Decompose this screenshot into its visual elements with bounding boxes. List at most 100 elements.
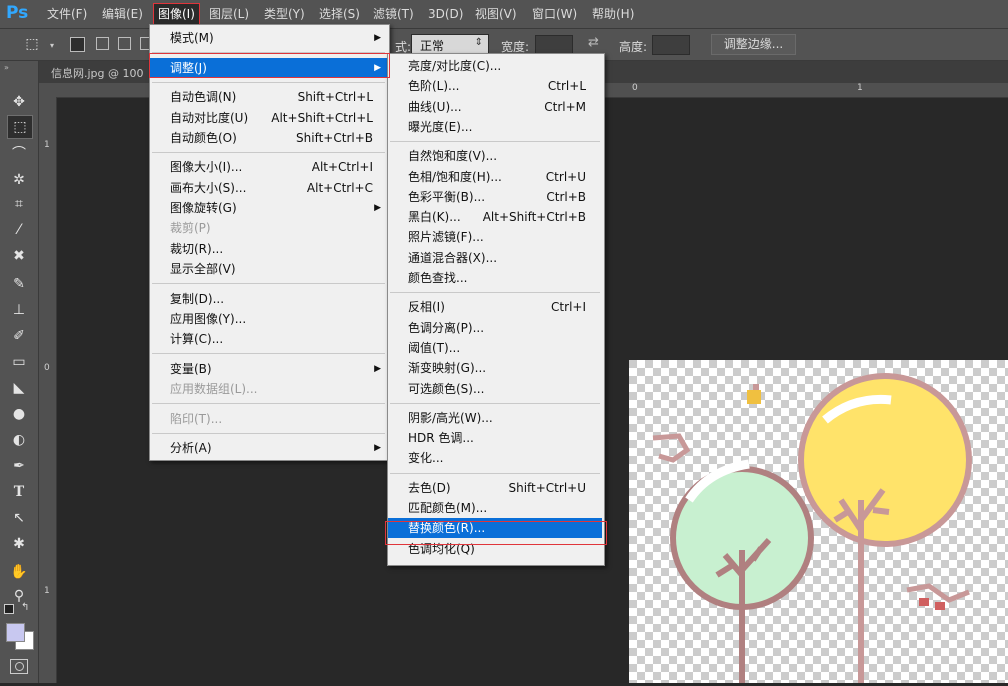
refine-edge-button[interactable]: 调整边缘...: [711, 34, 796, 55]
menu-item[interactable]: 裁切(R)...: [150, 239, 387, 259]
swap-icon[interactable]: ⇄: [588, 35, 599, 50]
menu-image[interactable]: 图像(I): [153, 3, 200, 25]
menu-item-shortcut: Ctrl+I: [551, 300, 586, 315]
preset-dropdown-arrow-icon[interactable]: ▾: [50, 41, 54, 50]
type-icon[interactable]: T: [7, 481, 31, 503]
magic-wand-icon[interactable]: ✲: [7, 169, 31, 191]
menu-item[interactable]: 图像大小(I)... Alt+Ctrl+I: [150, 157, 387, 177]
menu-item[interactable]: 窗口(W): [532, 6, 577, 22]
ruler-origin[interactable]: [39, 83, 57, 97]
menu-item[interactable]: 可选颜色(S)...: [388, 379, 602, 399]
menu-item[interactable]: 滤镜(T): [373, 6, 414, 22]
menu-item[interactable]: 调整(J) ▶: [150, 57, 387, 78]
document-tab[interactable]: 信息网.jpg @ 100: [51, 65, 144, 81]
menu-item-label: 裁剪(P): [170, 221, 211, 236]
ruler-vertical[interactable]: 1 0 1: [39, 97, 57, 683]
menu-item[interactable]: 变化...: [388, 448, 602, 468]
menu-item[interactable]: 亮度/对比度(C)...: [388, 56, 602, 76]
menu-item[interactable]: 类型(Y): [264, 6, 305, 22]
ruler-label: 1: [857, 83, 863, 93]
menu-item[interactable]: 色彩平衡(B)... Ctrl+B: [388, 187, 602, 207]
menu-item[interactable]: 变量(B) ▶: [150, 359, 387, 379]
menu-item[interactable]: 复制(D)...: [150, 289, 387, 309]
menu-item[interactable]: 模式(M) ▶: [150, 28, 387, 48]
menu-item[interactable]: 去色(D) Shift+Ctrl+U: [388, 478, 602, 498]
menu-item[interactable]: 图层(L): [209, 6, 249, 22]
quick-mask-icon[interactable]: [10, 659, 28, 674]
menu-item[interactable]: 自然饱和度(V)...: [388, 146, 602, 166]
shape-icon[interactable]: ✱: [7, 533, 31, 555]
menu-item[interactable]: 图像旋转(G) ▶: [150, 198, 387, 218]
menu-item[interactable]: 曝光度(E)...: [388, 117, 602, 137]
menu-item[interactable]: 匹配颜色(M)...: [388, 498, 602, 518]
dodge-icon[interactable]: ◐: [7, 429, 31, 451]
pen-icon[interactable]: ✒: [7, 455, 31, 477]
menu-item[interactable]: 渐变映射(G)...: [388, 358, 602, 378]
menu-item[interactable]: 显示全部(V): [150, 259, 387, 279]
height-field[interactable]: [652, 35, 690, 55]
default-colors-icon[interactable]: [4, 604, 14, 614]
menu-item-label: 反相(I): [408, 300, 445, 315]
new-selection-icon[interactable]: [70, 37, 85, 52]
healing-icon[interactable]: ✖: [7, 245, 31, 267]
menu-item[interactable]: HDR 色调...: [388, 428, 602, 448]
menu-item[interactable]: 自动颜色(O) Shift+Ctrl+B: [150, 128, 387, 148]
eyedropper-icon[interactable]: ⁄: [7, 219, 31, 241]
collapse-icon[interactable]: »: [4, 63, 9, 72]
eraser-icon[interactable]: ▭: [7, 351, 31, 373]
marquee-preset-icon[interactable]: ⬚: [22, 33, 42, 55]
menu-item[interactable]: 选择(S): [319, 6, 360, 22]
style-select[interactable]: 正常 ⇕: [411, 34, 489, 55]
add-selection-icon[interactable]: [96, 37, 109, 50]
paint-bucket-icon[interactable]: ◣: [7, 377, 31, 399]
menu-item[interactable]: 照片滤镜(F)...: [388, 227, 602, 247]
brush-icon[interactable]: ✎: [7, 273, 31, 295]
menu-item[interactable]: 画布大小(S)... Alt+Ctrl+C: [150, 178, 387, 198]
menu-item-label: 去色(D): [408, 480, 451, 495]
menu-item-label: 应用图像(Y)...: [170, 311, 247, 326]
width-field[interactable]: [535, 35, 573, 55]
menu-item[interactable]: 反相(I) Ctrl+I: [388, 297, 602, 317]
menu-item[interactable]: 黑白(K)... Alt+Shift+Ctrl+B: [388, 207, 602, 227]
path-select-icon[interactable]: ↖: [7, 507, 31, 529]
menu-item[interactable]: 帮助(H): [592, 6, 634, 22]
menu-item[interactable]: 计算(C)...: [150, 329, 387, 349]
menu-item[interactable]: 替换颜色(R)...: [388, 518, 602, 539]
menu-item[interactable]: 自动对比度(U) Alt+Shift+Ctrl+L: [150, 108, 387, 128]
menu-item[interactable]: 颜色查找...: [388, 268, 602, 288]
menu-item-label: 自然饱和度(V)...: [408, 149, 498, 164]
menu-item[interactable]: 通道混合器(X)...: [388, 248, 602, 268]
menu-item[interactable]: 色阶(L)... Ctrl+L: [388, 76, 602, 96]
menu-item[interactable]: 阈值(T)...: [388, 338, 602, 358]
subtract-selection-icon[interactable]: [118, 37, 131, 50]
canvas-image[interactable]: [629, 360, 1008, 683]
menu-item: 裁剪(P): [150, 218, 387, 238]
menu-item[interactable]: 应用图像(Y)...: [150, 309, 387, 329]
menu-item[interactable]: 分析(A) ▶: [150, 438, 387, 458]
stamp-icon[interactable]: ⊥: [7, 299, 31, 321]
menu-item[interactable]: 阴影/高光(W)...: [388, 408, 602, 428]
foreground-color-swatch[interactable]: [6, 623, 25, 642]
hand-icon[interactable]: ✋: [7, 561, 31, 583]
swap-colors-icon[interactable]: ↰: [21, 602, 29, 613]
menu-item[interactable]: 曲线(U)... Ctrl+M: [388, 97, 602, 117]
lasso-icon[interactable]: ⌒: [7, 143, 31, 165]
submenu-arrow-icon: ▶: [374, 443, 381, 454]
menu-item[interactable]: 色调分离(P)...: [388, 318, 602, 338]
history-brush-icon[interactable]: ✐: [7, 325, 31, 347]
crop-icon[interactable]: ⌗: [7, 193, 31, 215]
menu-item[interactable]: 文件(F): [47, 6, 87, 22]
menu-item-label: 阴影/高光(W)...: [408, 410, 493, 425]
menu-item[interactable]: 3D(D): [428, 6, 463, 22]
blur-icon[interactable]: ●: [7, 403, 31, 425]
menu-item: 陷印(T)...: [150, 409, 387, 429]
adjust-submenu: 亮度/对比度(C)... 色阶(L)... Ctrl+L 曲线(U)... Ctrl+M…: [387, 53, 605, 566]
menu-item-label: 画布大小(S)...: [170, 180, 247, 195]
menu-item[interactable]: 编辑(E): [102, 6, 143, 22]
menu-item[interactable]: 自动色调(N) Shift+Ctrl+L: [150, 87, 387, 107]
marquee-icon[interactable]: ⬚: [7, 115, 33, 139]
menu-item[interactable]: 色相/饱和度(H)... Ctrl+U: [388, 167, 602, 187]
menu-item[interactable]: 色调均化(Q): [388, 539, 602, 559]
menu-item[interactable]: 视图(V): [475, 6, 517, 22]
move-icon[interactable]: ✥: [7, 91, 31, 113]
